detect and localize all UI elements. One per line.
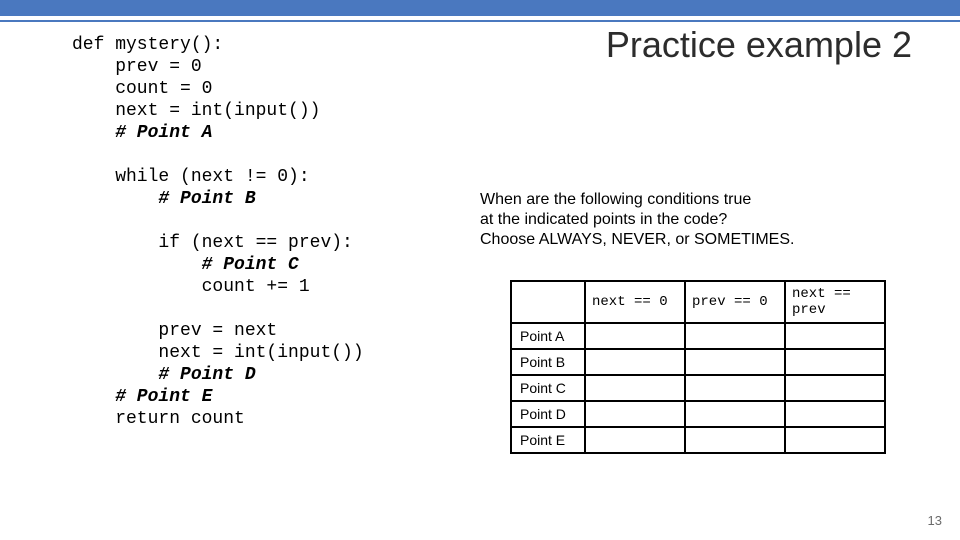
table-cell [685, 323, 785, 349]
table-cell [585, 349, 685, 375]
code-line: return count [72, 409, 245, 429]
table-cell [785, 401, 885, 427]
table-cell [685, 401, 785, 427]
code-line: next = int(input()) [72, 343, 364, 363]
table-cell [785, 427, 885, 453]
slide-title: Practice example 2 [606, 24, 912, 66]
table-row: Point D [511, 401, 885, 427]
table-cell [785, 323, 885, 349]
top-bar [0, 0, 960, 16]
table: next == 0 prev == 0 next == prev Point A… [510, 280, 886, 454]
code-line: next = int(input()) [72, 101, 320, 121]
code-line: prev = next [72, 321, 277, 341]
code-line: while (next != 0): [72, 167, 310, 187]
page-number: 13 [928, 513, 942, 528]
table-col-header: next == 0 [585, 281, 685, 323]
code-line: if (next == prev): [72, 233, 353, 253]
question-line: When are the following conditions true [480, 190, 910, 210]
divider-line [0, 20, 960, 22]
table-row: Point C [511, 375, 885, 401]
table-row: Point A [511, 323, 885, 349]
code-line: def mystery(): [72, 35, 223, 55]
code-comment: # Point D [72, 365, 256, 385]
table-corner [511, 281, 585, 323]
table-cell [585, 323, 685, 349]
table-header-row: next == 0 prev == 0 next == prev [511, 281, 885, 323]
question-line: at the indicated points in the code? [480, 210, 910, 230]
table-cell [585, 427, 685, 453]
table-row: Point E [511, 427, 885, 453]
slide: Practice example 2 def mystery(): prev =… [0, 0, 960, 540]
table-row-header: Point A [511, 323, 585, 349]
code-line: count = 0 [72, 79, 212, 99]
table-col-header: prev == 0 [685, 281, 785, 323]
table-cell [685, 349, 785, 375]
table-col-header: next == prev [785, 281, 885, 323]
conditions-table: next == 0 prev == 0 next == prev Point A… [510, 280, 886, 454]
table-row-header: Point B [511, 349, 585, 375]
code-block: def mystery(): prev = 0 count = 0 next =… [72, 34, 364, 430]
table-cell [685, 375, 785, 401]
table-row-header: Point D [511, 401, 585, 427]
table-cell [785, 349, 885, 375]
question-line: Choose ALWAYS, NEVER, or SOMETIMES. [480, 230, 910, 250]
code-comment: # Point A [72, 123, 212, 143]
question-text: When are the following conditions true a… [480, 190, 910, 250]
table-cell [585, 401, 685, 427]
table-row-header: Point E [511, 427, 585, 453]
table-cell [785, 375, 885, 401]
code-comment: # Point B [72, 189, 256, 209]
code-line: count += 1 [72, 277, 310, 297]
code-line: prev = 0 [72, 57, 202, 77]
table-cell [685, 427, 785, 453]
table-cell [585, 375, 685, 401]
code-comment: # Point C [72, 255, 299, 275]
table-row-header: Point C [511, 375, 585, 401]
table-row: Point B [511, 349, 885, 375]
code-comment: # Point E [72, 387, 212, 407]
